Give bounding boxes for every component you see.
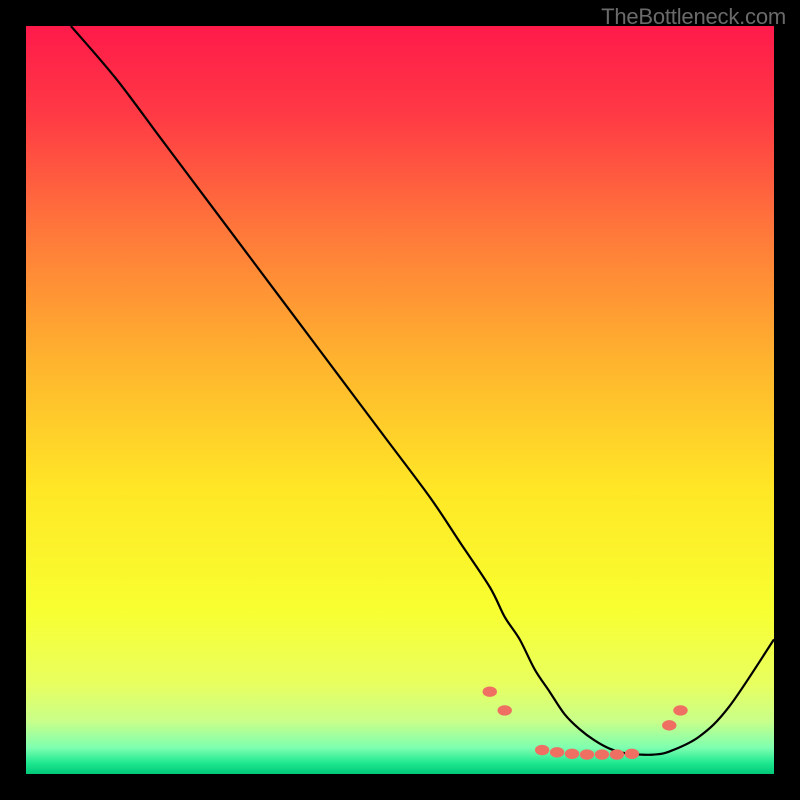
chart-canvas — [26, 26, 774, 774]
watermark-text: TheBottleneck.com — [601, 4, 786, 30]
data-marker — [673, 705, 687, 715]
data-marker — [580, 749, 594, 759]
data-marker — [550, 747, 564, 757]
data-marker — [498, 705, 512, 715]
data-marker — [483, 687, 497, 697]
data-marker — [535, 745, 549, 755]
data-marker — [662, 720, 676, 730]
data-marker — [610, 749, 624, 759]
data-marker — [565, 749, 579, 759]
data-marker — [595, 749, 609, 759]
gradient-background — [26, 26, 774, 774]
data-marker — [625, 749, 639, 759]
